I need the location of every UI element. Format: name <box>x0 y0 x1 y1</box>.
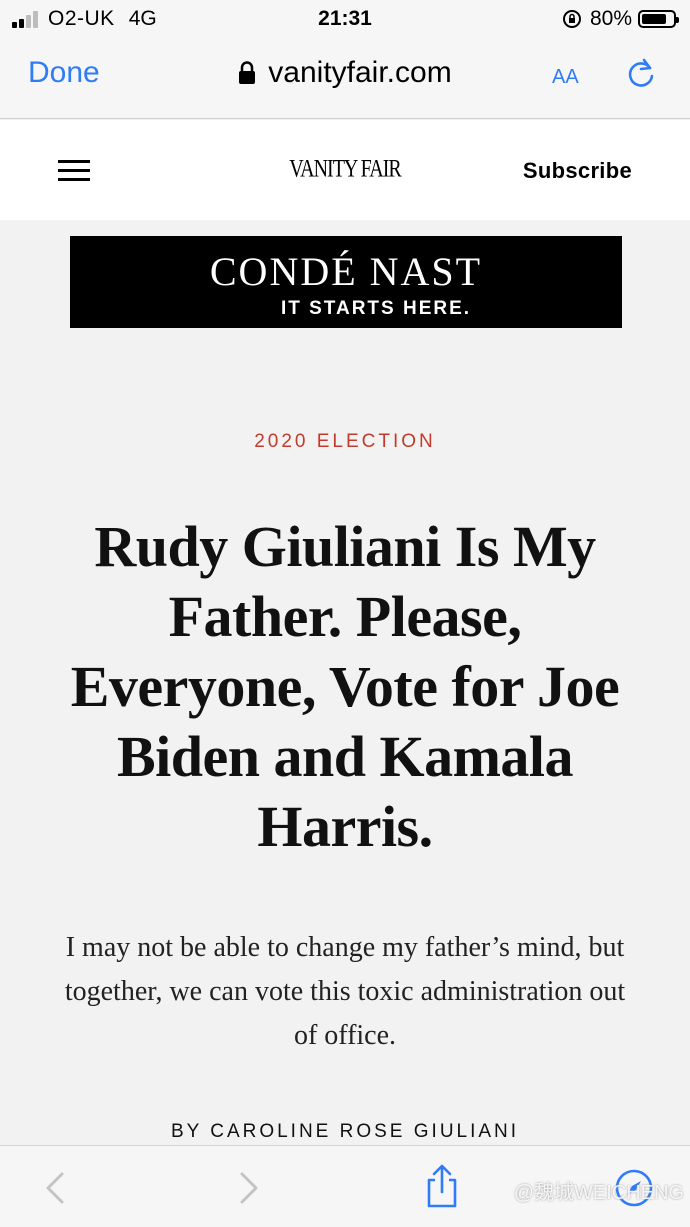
status-bar: O2-UK 4G 21:31 80% <box>0 0 690 38</box>
url-text: vanityfair.com <box>268 56 452 89</box>
browser-toolbar: @魏城WEICHENG <box>0 1145 690 1227</box>
watermark: @魏城WEICHENG <box>513 1182 684 1204</box>
browser-nav-bar: Done vanityfair.com AA <box>0 38 690 119</box>
ad-title: CONDÉ NAST <box>209 249 483 294</box>
share-icon[interactable] <box>424 1164 460 1208</box>
ad-banner[interactable]: CONDÉ NAST IT STARTS HERE. <box>70 236 622 328</box>
battery-percent: 80% <box>589 7 632 30</box>
screen: O2-UK 4G 21:31 80% Done vanityfair.com A… <box>0 0 690 1227</box>
article-rubric[interactable]: 2020 ELECTION <box>0 431 690 453</box>
status-right: 80% <box>562 7 679 31</box>
article-byline: BY CAROLINE ROSE GIULIANI <box>170 1121 520 1142</box>
battery-icon <box>638 10 679 28</box>
chevron-right-icon[interactable] <box>236 1170 264 1206</box>
site-header: VANITY FAIR Subscribe <box>0 120 690 220</box>
article-dek: I may not be able to change my father’s … <box>64 932 626 1051</box>
reload-icon[interactable] <box>624 56 658 90</box>
chevron-left-icon[interactable] <box>40 1170 68 1206</box>
text-size-button[interactable]: AA <box>552 58 579 90</box>
subscribe-link[interactable]: Subscribe <box>523 158 632 184</box>
text-size-label: AA <box>552 66 579 88</box>
battery-fill <box>642 14 666 24</box>
ad-subtitle: IT STARTS HERE. <box>280 298 472 319</box>
padlock-icon <box>239 61 256 84</box>
address-bar[interactable]: vanityfair.com <box>0 56 690 93</box>
article-headline: Rudy Giuliani Is My Father. Please, Ever… <box>70 514 620 859</box>
rotation-lock-icon <box>562 10 581 28</box>
